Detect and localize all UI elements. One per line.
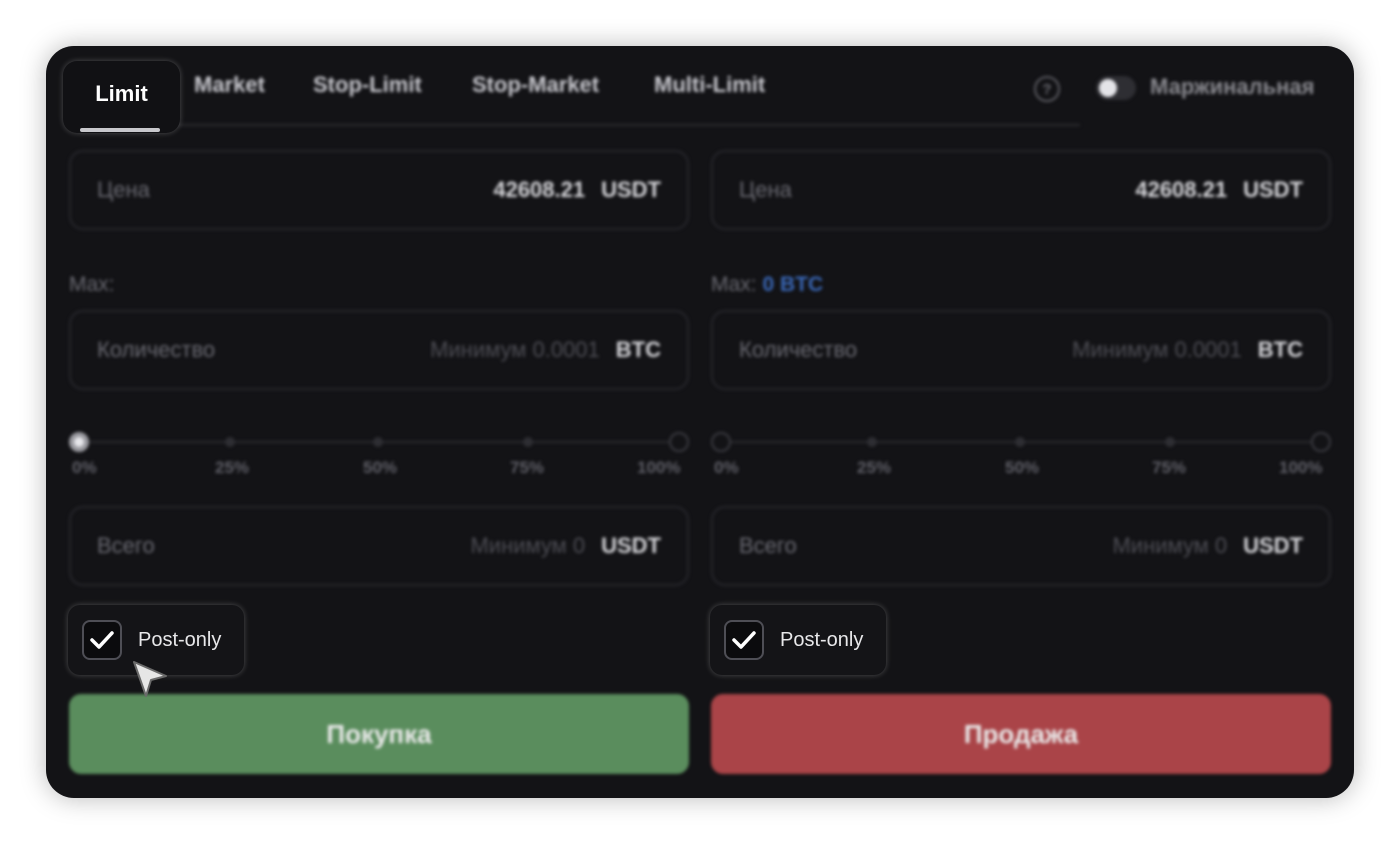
active-tab-underline (80, 128, 160, 132)
mouse-cursor-icon (133, 661, 167, 697)
sell-button[interactable]: Продажа (711, 694, 1331, 774)
quantity-placeholder: Минимум 0.0001 (1072, 337, 1242, 362)
max-label: Max: (69, 273, 115, 296)
slider-step-dot[interactable] (373, 437, 383, 447)
order-form-panel: Market Stop-Limit Stop-Market Multi-Limi… (46, 46, 1354, 798)
total-placeholder: Минимум 0 (1112, 533, 1228, 558)
price-value: 42608.21 (1135, 177, 1228, 202)
slider-end-marker[interactable] (669, 432, 689, 452)
slider-step-dot[interactable] (225, 437, 235, 447)
sell-post-only-checkbox[interactable]: Post-only (710, 605, 886, 675)
blurred-background-layer: Market Stop-Limit Stop-Market Multi-Limi… (46, 46, 1354, 798)
total-label: Всего (739, 533, 797, 558)
slider-tick-label: 50% (363, 458, 398, 477)
quantity-unit: BTC (615, 337, 661, 362)
slider-step-dot[interactable] (1015, 437, 1025, 447)
max-label: Max: (711, 273, 757, 296)
price-label: Цена (97, 177, 150, 202)
total-placeholder: Минимум 0 (470, 533, 586, 558)
tab-limit[interactable]: Limit (63, 61, 180, 133)
slider-tick-label: 0% (714, 458, 739, 477)
post-only-label: Post-only (138, 628, 222, 651)
sell-total-field[interactable]: Всего Минимум 0 USDT (711, 506, 1331, 586)
buy-price-field[interactable]: Цена 42608.21 USDT (69, 150, 689, 230)
total-unit: USDT (1243, 533, 1303, 558)
quantity-label: Количество (97, 337, 216, 362)
slider-tick-label: 25% (215, 458, 250, 477)
buy-percent-slider[interactable]: 0% 25% 50% 75% 100% (69, 432, 689, 488)
price-unit: USDT (601, 177, 661, 202)
sell-price-field[interactable]: Цена 42608.21 USDT (711, 150, 1331, 230)
buy-total-field[interactable]: Всего Минимум 0 USDT (69, 506, 689, 586)
checkbox-box[interactable] (82, 620, 122, 660)
slider-tick-label: 75% (1152, 458, 1187, 477)
sell-percent-slider[interactable]: 0% 25% 50% 75% 100% (711, 432, 1331, 488)
buy-quantity-field[interactable]: Количество Минимум 0.0001 BTC (69, 310, 689, 390)
slider-tick-label: 0% (72, 458, 97, 477)
sell-column: Цена 42608.21 USDT Max: 0 BTC Количество … (711, 46, 1331, 798)
sell-max-row: Max: 0 BTC (711, 273, 823, 297)
checkbox-box[interactable] (724, 620, 764, 660)
slider-step-dot[interactable] (867, 437, 877, 447)
slider-tick-label: 100% (637, 458, 681, 477)
slider-step-dot[interactable] (523, 437, 533, 447)
slider-end-marker[interactable] (1311, 432, 1331, 452)
slider-thumb[interactable] (69, 432, 89, 452)
total-label: Всего (97, 533, 155, 558)
checkmark-icon (732, 631, 756, 649)
slider-start-marker[interactable] (711, 432, 731, 452)
quantity-label: Количество (739, 337, 858, 362)
price-value: 42608.21 (493, 177, 586, 202)
sell-quantity-field[interactable]: Количество Минимум 0.0001 BTC (711, 310, 1331, 390)
slider-tick-label: 100% (1279, 458, 1323, 477)
slider-step-dot[interactable] (1165, 437, 1175, 447)
post-only-label: Post-only (780, 628, 864, 651)
max-value: 0 BTC (762, 273, 824, 296)
price-unit: USDT (1243, 177, 1303, 202)
quantity-unit: BTC (1257, 337, 1303, 362)
slider-tick-label: 75% (510, 458, 545, 477)
slider-tick-label: 50% (1005, 458, 1040, 477)
buy-max-row: Max: (69, 273, 121, 297)
price-label: Цена (739, 177, 792, 202)
slider-tick-label: 25% (857, 458, 892, 477)
quantity-placeholder: Минимум 0.0001 (430, 337, 600, 362)
buy-button[interactable]: Покупка (69, 694, 689, 774)
total-unit: USDT (601, 533, 661, 558)
checkmark-icon (90, 631, 114, 649)
